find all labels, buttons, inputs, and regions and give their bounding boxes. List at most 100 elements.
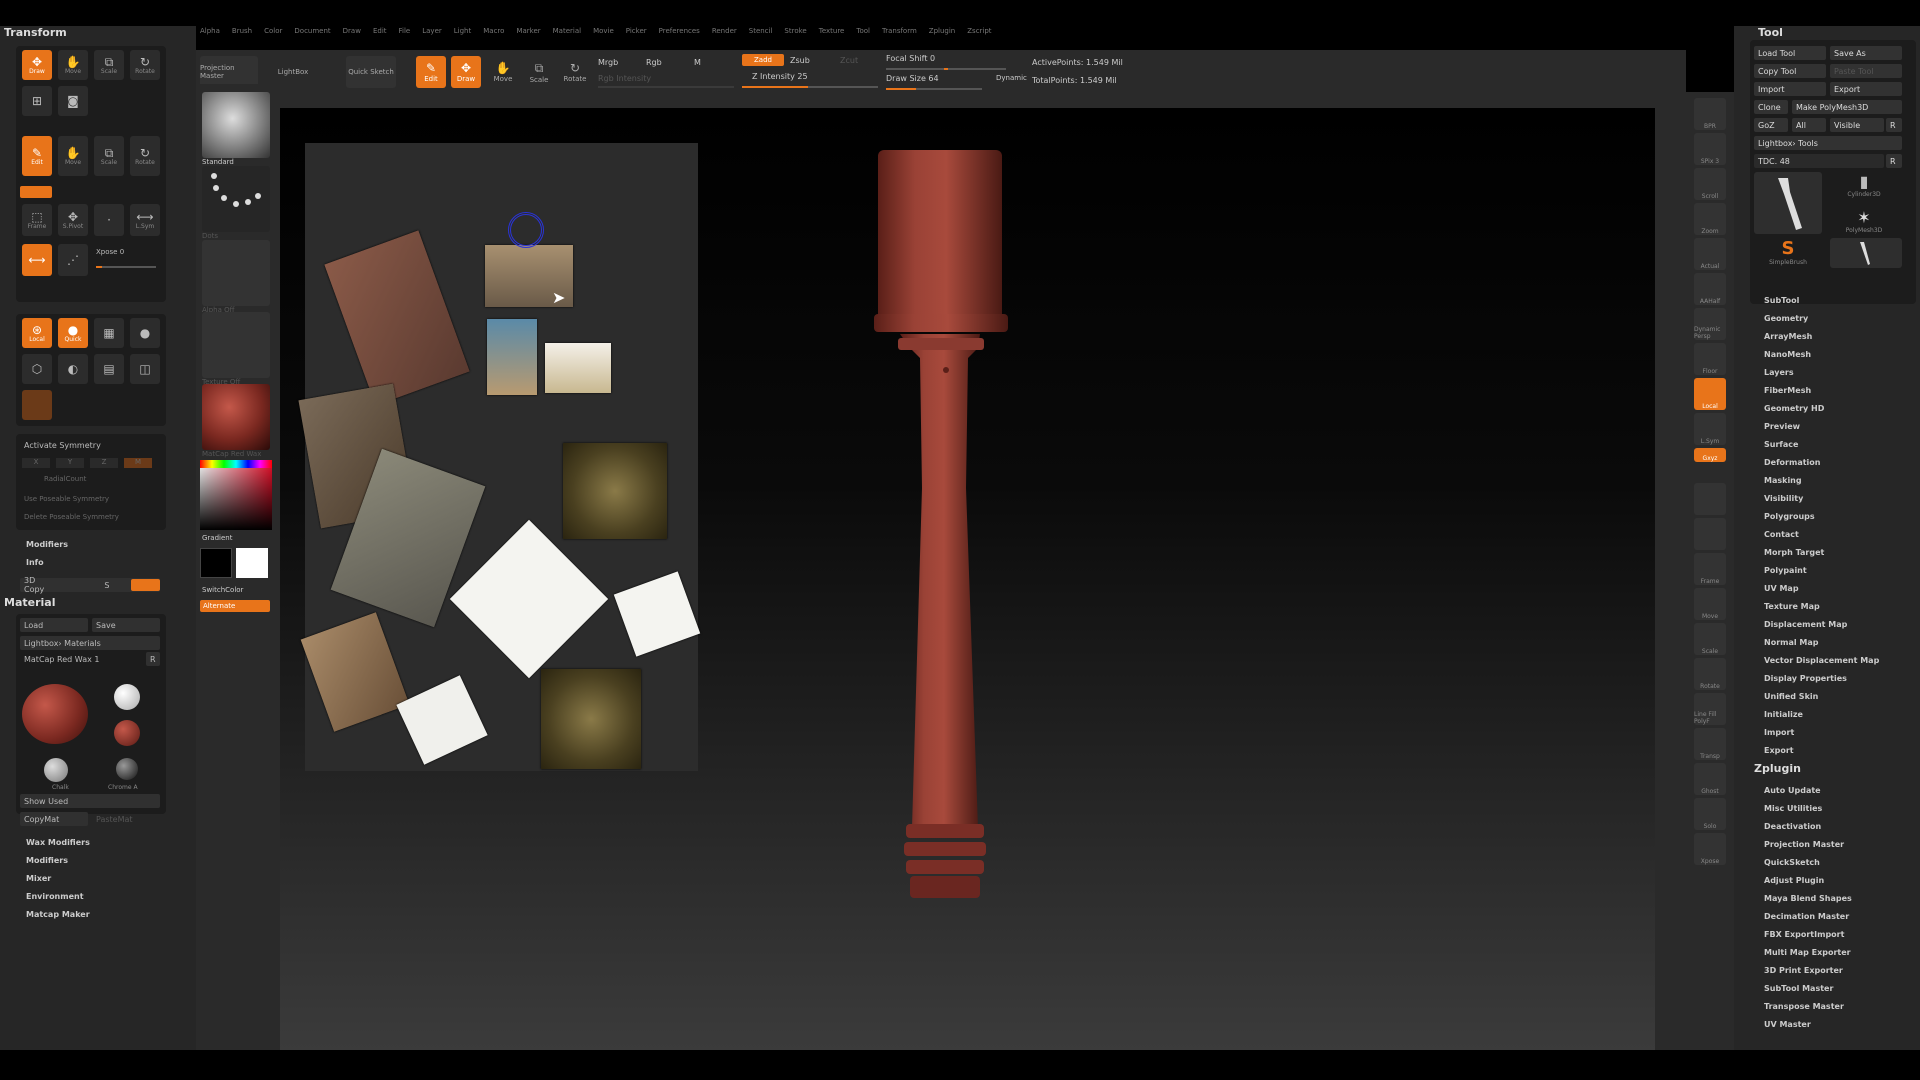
menu-render[interactable]: Render (712, 27, 737, 35)
tool-subpalette[interactable]: Polygroups (1764, 512, 1815, 521)
move-button[interactable]: ✋ Move (58, 50, 88, 80)
tool-thumb-simplebrush[interactable]: S SimpleBrush (1754, 238, 1822, 268)
zplugin-subpalette[interactable]: Deactivation (1764, 822, 1821, 831)
symmetry-axis-x[interactable]: X (22, 458, 50, 468)
shelf-button-blank[interactable] (1694, 518, 1726, 550)
tool-subpalette[interactable]: Polypaint (1764, 566, 1807, 575)
reference-photo[interactable] (324, 230, 470, 406)
zplugin-subpalette[interactable]: Projection Master (1764, 840, 1844, 849)
menu-brush[interactable]: Brush (232, 27, 252, 35)
symmetry-axis-z[interactable]: Z (90, 458, 118, 468)
3dcopy-row[interactable]: 3D Copy S (20, 576, 160, 594)
move-button-2[interactable]: ✋ Move (58, 136, 88, 176)
3dcopy-toggle[interactable] (131, 579, 160, 591)
reference-photo[interactable] (613, 571, 701, 657)
rgb-intensity-slider[interactable] (598, 86, 734, 88)
draw-size-label[interactable]: Draw Size 64 (886, 74, 939, 83)
reference-photo[interactable] (563, 443, 667, 539)
quick-button[interactable]: ● Quick (58, 318, 88, 348)
tool-subpalette[interactable]: Masking (1764, 476, 1802, 485)
tool-subpalette[interactable]: UV Map (1764, 584, 1799, 593)
standard-brush-thumb[interactable] (202, 92, 270, 158)
modifiers-item[interactable]: Modifiers (26, 540, 68, 549)
edit-button[interactable]: ✎ Edit (22, 136, 52, 176)
rgb-intensity-label[interactable]: Rgb Intensity (598, 74, 651, 83)
grid-button[interactable]: ⊞ (22, 86, 52, 116)
tool-palette-title[interactable]: Tool (1758, 26, 1783, 39)
menu-texture[interactable]: Texture (819, 27, 845, 35)
sphere-button[interactable]: ● (130, 318, 160, 348)
hue-strip[interactable] (200, 460, 272, 468)
local-button[interactable]: ⊛ Local (22, 318, 52, 348)
rotate-button[interactable]: ↻ Rotate (130, 50, 160, 80)
menu-stencil[interactable]: Stencil (749, 27, 773, 35)
switch-color-button[interactable]: SwitchColor (202, 586, 243, 594)
tool-thumb-polymesh[interactable]: ✶ PolyMesh3D (1826, 208, 1902, 236)
material-redwax-small[interactable] (114, 720, 140, 746)
reference-photo[interactable] (487, 319, 537, 395)
tool-subpalette[interactable]: NanoMesh (1764, 350, 1811, 359)
use-poseable-symmetry[interactable]: Use Poseable Symmetry (20, 492, 109, 506)
snapshot-button[interactable]: ◙ (58, 86, 88, 116)
make-polymesh-button[interactable]: Make PolyMesh3D (1792, 100, 1902, 114)
spivot-button[interactable]: ✥ S.Pivot (58, 204, 88, 236)
lightbox-materials-button[interactable]: Lightbox› Materials (20, 636, 160, 650)
zplugin-subpalette[interactable]: FBX ExportImport (1764, 930, 1844, 939)
tool-subpalette[interactable]: Vector Displacement Map (1764, 656, 1879, 665)
secondary-color-swatch[interactable] (236, 548, 268, 578)
tool-subpalette[interactable]: Import (1764, 728, 1794, 737)
xyz-toggle[interactable] (20, 186, 52, 198)
shelf-button-floor[interactable]: Floor (1694, 343, 1726, 375)
stroke-dots-thumb[interactable] (202, 166, 270, 232)
ptsel-button[interactable]: ▤ (94, 354, 124, 384)
move-mode-button[interactable]: ✋ Move (488, 56, 518, 88)
current-tool-r[interactable]: R (1886, 154, 1902, 168)
shelf-button-transp[interactable]: Transp (1694, 728, 1726, 760)
material-subpalette[interactable]: Environment (26, 892, 84, 901)
dynamic-button[interactable]: Dynamic (996, 74, 1027, 82)
cube-button[interactable]: ⬡ (22, 354, 52, 384)
tool-subpalette[interactable]: Normal Map (1764, 638, 1818, 647)
reference-photo[interactable] (541, 669, 641, 769)
zplugin-subpalette[interactable]: Decimation Master (1764, 912, 1849, 921)
color-picker[interactable] (200, 460, 272, 530)
tool-subpalette[interactable]: Geometry HD (1764, 404, 1824, 413)
tool-subpalette[interactable]: FiberMesh (1764, 386, 1811, 395)
tool-subpalette[interactable]: Displacement Map (1764, 620, 1847, 629)
shelf-button-scale[interactable]: Scale (1694, 623, 1726, 655)
tool-subpalette[interactable]: Export (1764, 746, 1794, 755)
all-button[interactable]: All (1792, 118, 1826, 132)
menu-picker[interactable]: Picker (626, 27, 647, 35)
show-used-button[interactable]: Show Used (20, 794, 160, 808)
zplugin-subpalette[interactable]: UV Master (1764, 1020, 1811, 1029)
tool-subpalette[interactable]: Morph Target (1764, 548, 1824, 557)
lsym-button[interactable]: ⟷ L.Sym (130, 204, 160, 236)
rotate-button-2[interactable]: ↻ Rotate (130, 136, 160, 176)
xpose-slider[interactable] (96, 266, 156, 268)
tool-subpalette[interactable]: Contact (1764, 530, 1799, 539)
draw-button[interactable]: ✥ Draw (22, 50, 52, 80)
tool-subpalette[interactable]: Visibility (1764, 494, 1803, 503)
material-load-button[interactable]: Load (20, 618, 88, 632)
tool-thumb-cylinder[interactable]: ▮ Cylinder3D (1826, 172, 1902, 204)
reference-photo[interactable] (300, 612, 410, 732)
main-color-swatch[interactable] (200, 548, 232, 578)
menu-file[interactable]: File (399, 27, 411, 35)
transform-palette-title[interactable]: Transform (4, 26, 67, 39)
menu-edit[interactable]: Edit (373, 27, 387, 35)
shelf-button-ghost[interactable]: Ghost (1694, 763, 1726, 795)
zcut-button[interactable]: Zcut (840, 56, 858, 65)
material-skinshade[interactable] (114, 684, 140, 710)
focal-shift-label[interactable]: Focal Shift 0 (886, 54, 935, 63)
shelf-button-spix-3[interactable]: SPix 3 (1694, 133, 1726, 165)
material-chalk[interactable] (44, 758, 68, 782)
frame-button[interactable]: ⬚ Frame (22, 204, 52, 236)
rotate-mode-button[interactable]: ↻ Rotate (560, 56, 590, 88)
lsym-local-button[interactable]: ⟷ (22, 244, 52, 276)
tool-subpalette[interactable]: Preview (1764, 422, 1800, 431)
xpose-button[interactable]: ⋰ (58, 244, 88, 276)
transp-button[interactable]: ◫ (130, 354, 160, 384)
load-tool-button[interactable]: Load Tool (1754, 46, 1826, 60)
mrgb-swatch[interactable] (22, 390, 52, 420)
menu-preferences[interactable]: Preferences (659, 27, 700, 35)
